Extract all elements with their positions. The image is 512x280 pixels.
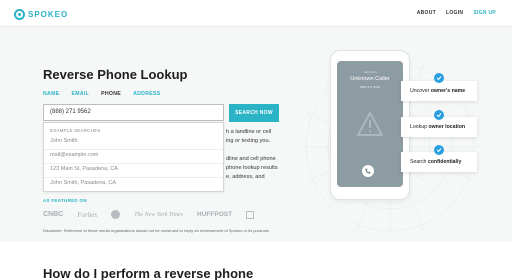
phone-icon bbox=[365, 168, 371, 174]
nav-about-link[interactable]: ABOUT bbox=[417, 10, 436, 16]
cnbc-logo: CNBC bbox=[43, 211, 64, 218]
callout-bold-text: owner location bbox=[428, 124, 466, 130]
caller-number: (888) 271 9562 bbox=[359, 85, 381, 89]
tab-email[interactable]: EMAIL bbox=[71, 91, 89, 97]
checkmark-icon bbox=[434, 110, 444, 120]
media-disclaimer: Disclaimer: Reference to these media org… bbox=[43, 228, 270, 233]
divider bbox=[44, 149, 223, 150]
callout-text: Search bbox=[410, 159, 428, 165]
checkmark-icon bbox=[434, 73, 444, 83]
nav-signup-link[interactable]: SIGN UP bbox=[473, 10, 496, 16]
example-search-item[interactable]: mail@example.com bbox=[50, 152, 98, 158]
search-type-tabs: NAME EMAIL PHONE ADDRESS bbox=[43, 91, 161, 97]
huffpost-logo: HUFFPOST bbox=[197, 211, 233, 218]
description-text-line: dline and cell phone bbox=[226, 156, 276, 162]
faq-heading: How do I perform a reverse phone bbox=[43, 266, 254, 280]
description-text-line: phone lookup results bbox=[226, 165, 278, 171]
example-search-item[interactable]: John Smith bbox=[50, 138, 78, 144]
spokeo-logo-icon bbox=[14, 8, 25, 20]
media-circle-logo-icon bbox=[111, 210, 121, 219]
tab-phone[interactable]: PHONE bbox=[101, 91, 121, 97]
spokeo-logo[interactable]: SPOKEO bbox=[14, 8, 68, 20]
divider bbox=[44, 177, 223, 178]
page-title: Reverse Phone Lookup bbox=[43, 67, 188, 82]
warning-icon bbox=[357, 112, 383, 136]
example-search-item[interactable]: 123 Main St, Pasadena, CA bbox=[50, 166, 118, 172]
example-search-item[interactable]: John Smith, Pasadena, CA bbox=[50, 180, 116, 186]
description-text-line: ing or texting you. bbox=[226, 138, 271, 144]
phone-illustration: Call From Unknown Caller (888) 271 9562 bbox=[330, 50, 410, 200]
forbes-logo: Forbes bbox=[77, 210, 98, 219]
divider bbox=[44, 163, 223, 164]
media-logos: CNBC Forbes The New York Times HUFFPOST bbox=[43, 210, 255, 219]
callout-text: Lookup bbox=[410, 124, 429, 130]
answer-call-button bbox=[362, 165, 374, 177]
dropdown-heading: EXAMPLE SEARCHES bbox=[50, 128, 101, 133]
callout-bold-text: owner's name bbox=[430, 88, 466, 94]
search-now-button[interactable]: SEARCH NOW bbox=[229, 104, 279, 122]
tab-address[interactable]: ADDRESS bbox=[133, 91, 160, 97]
phone-search-input[interactable]: (888) 271 9562 bbox=[43, 104, 224, 121]
media-square-logo-icon bbox=[246, 210, 255, 219]
site-header: SPOKEO ABOUT LOGIN SIGN UP bbox=[0, 0, 512, 27]
example-searches-dropdown: EXAMPLE SEARCHES John Smith mail@example… bbox=[43, 122, 224, 192]
feature-callout-owner-name: Uncover owner's name bbox=[401, 81, 477, 101]
feature-callout-owner-location: Lookup owner location bbox=[401, 117, 477, 137]
description-text-line: e, address, and bbox=[226, 174, 265, 180]
callout-bold-text: confidentially bbox=[427, 159, 462, 165]
tab-name[interactable]: NAME bbox=[43, 91, 59, 97]
as-featured-on-label: AS FEATURED ON bbox=[43, 198, 87, 203]
feature-callout-confidential: Search confidentially bbox=[401, 152, 477, 172]
nav-login-link[interactable]: LOGIN bbox=[446, 10, 463, 16]
checkmark-icon bbox=[434, 145, 444, 155]
top-nav: ABOUT LOGIN SIGN UP bbox=[417, 10, 496, 16]
description-text-line: h a landline or cell bbox=[226, 129, 272, 135]
call-from-label: Call From bbox=[363, 70, 377, 74]
phone-screen: Call From Unknown Caller (888) 271 9562 bbox=[337, 61, 403, 187]
caller-name: Unknown Caller bbox=[350, 76, 390, 82]
nyt-logo: The New York Times bbox=[134, 211, 184, 218]
callout-text: Uncover bbox=[410, 88, 431, 94]
brand-name: SPOKEO bbox=[28, 9, 69, 19]
